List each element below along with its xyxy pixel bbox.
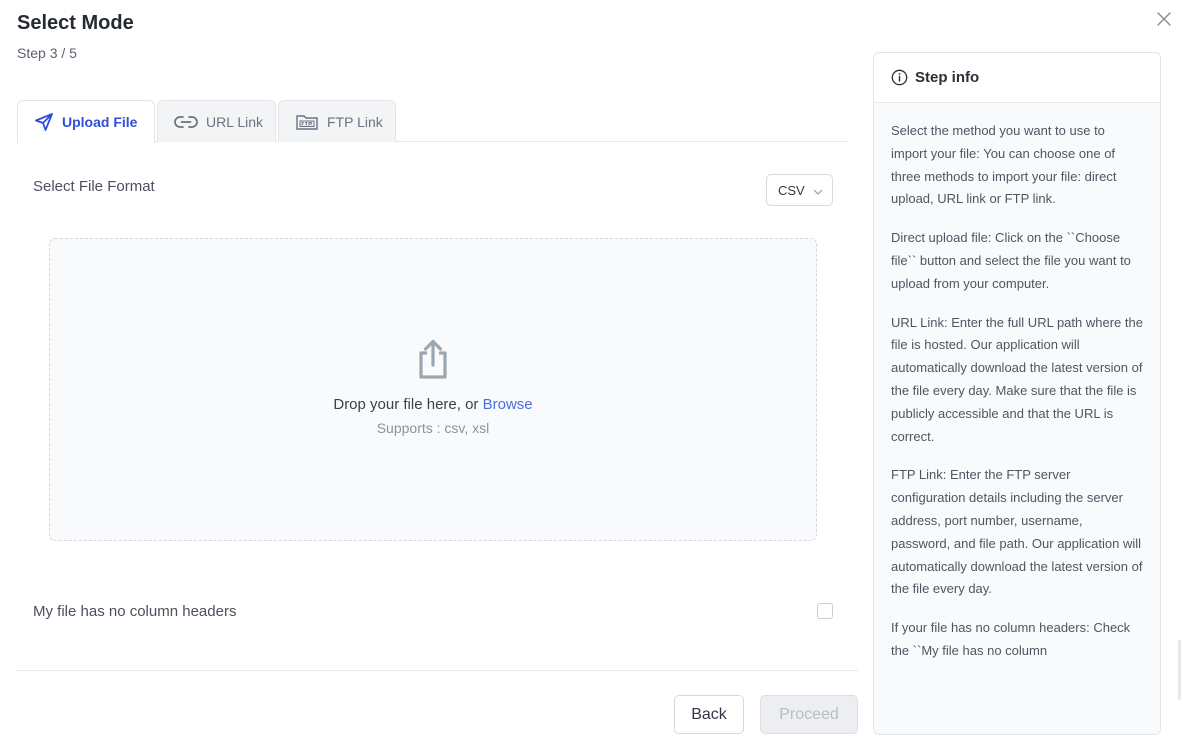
info-icon (891, 69, 908, 86)
supported-formats: Supports : csv, xsl (376, 420, 490, 436)
info-paragraph: URL Link: Enter the full URL path where … (891, 314, 1143, 444)
close-button[interactable] (1155, 10, 1173, 28)
info-paragraph: Select the method you want to use to imp… (891, 123, 1117, 207)
info-paragraph: If your file has no column headers: Chec… (891, 620, 1131, 658)
file-dropzone[interactable]: Drop your file here, or Browse Supports … (49, 238, 817, 541)
upload-share-icon (415, 339, 451, 384)
step-indicator: Step 3 / 5 (17, 45, 77, 61)
import-method-tabs: Upload File URL Link FTP Link (17, 100, 848, 143)
close-icon (1157, 12, 1171, 26)
tab-label: Upload File (62, 114, 138, 130)
file-format-label: Select File Format (33, 178, 155, 195)
back-button[interactable]: Back (674, 695, 744, 734)
file-format-select[interactable]: CSV (766, 174, 833, 206)
info-paragraph: FTP Link: Enter the FTP server configura… (891, 467, 1143, 597)
dropzone-text: Drop your file here, or (333, 396, 479, 413)
link-icon (174, 114, 198, 130)
page-title: Select Mode (17, 12, 134, 34)
tab-ftp-link[interactable]: FTP Link (278, 100, 396, 142)
step-info-header: Step info (874, 53, 1160, 103)
file-format-value: CSV (778, 182, 805, 198)
step-info-panel: Step info Select the method you want to … (873, 52, 1161, 735)
browse-link[interactable]: Browse (483, 396, 533, 413)
tab-url-link[interactable]: URL Link (157, 100, 276, 142)
no-headers-checkbox[interactable] (817, 603, 833, 619)
info-paragraph: Direct upload file: Click on the ``Choos… (891, 230, 1131, 291)
dropzone-instruction: Drop your file here, or Browse (50, 396, 816, 413)
ftp-folder-icon (295, 113, 319, 131)
no-headers-label: My file has no column headers (33, 603, 237, 620)
page-scrollbar[interactable] (1178, 640, 1181, 700)
footer-divider (17, 670, 858, 671)
step-info-title: Step info (915, 69, 980, 86)
proceed-button[interactable]: Proceed (760, 695, 858, 734)
tab-label: FTP Link (327, 113, 383, 130)
tab-label: URL Link (206, 113, 264, 130)
send-icon (34, 112, 54, 132)
step-info-body: Select the method you want to use to imp… (874, 103, 1160, 734)
tab-upload-file[interactable]: Upload File (17, 100, 155, 143)
chevron-down-icon (813, 185, 823, 200)
